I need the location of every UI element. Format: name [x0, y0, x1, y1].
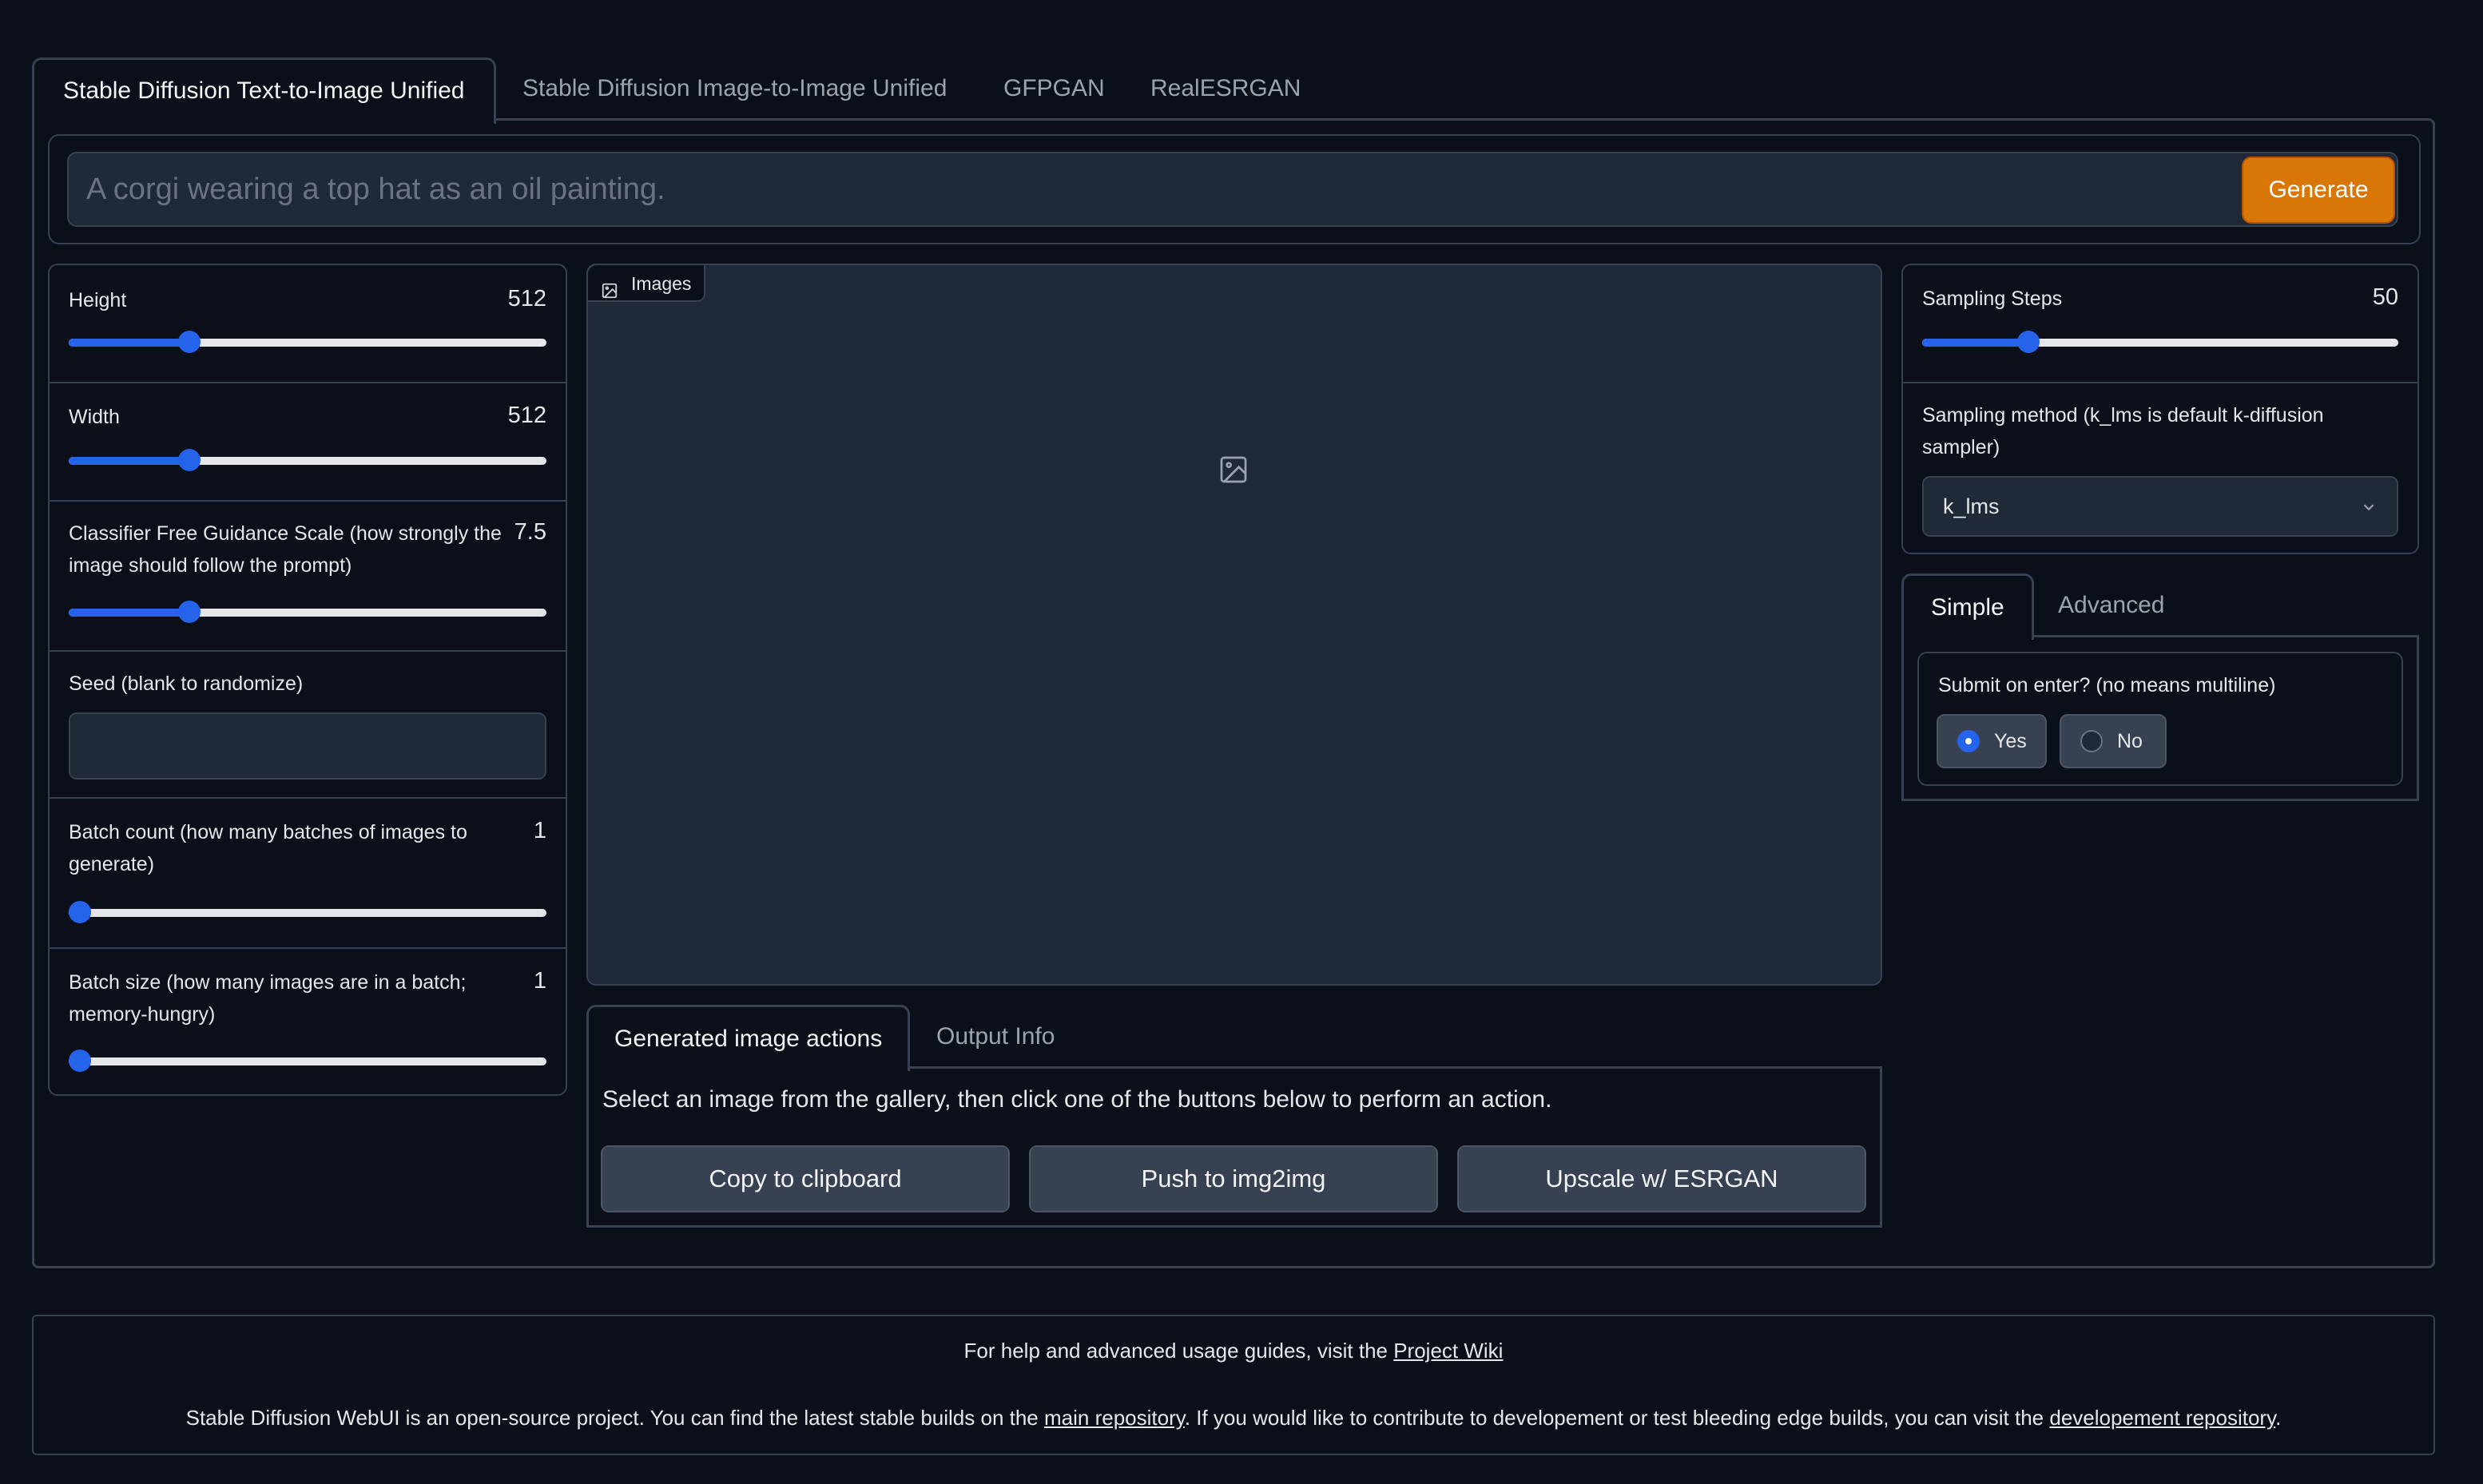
submit-on-enter-label: Submit on enter? (no means multiline) [1938, 674, 2276, 696]
batch-size-slider-thumb[interactable] [69, 1050, 91, 1072]
radio-yes-label: Yes [1994, 730, 2027, 752]
developement-repository-link[interactable]: developement repository [2049, 1406, 2275, 1430]
tab-img2img[interactable]: Stable Diffusion Image-to-Image Unified [494, 58, 975, 120]
sampling-method-label: Sampling method (k_lms is default k-diff… [1922, 404, 2324, 458]
footer-help-text: For help and advanced usage guides, visi… [963, 1339, 1394, 1363]
image-icon [601, 275, 618, 311]
cfg-scale-slider-thumb[interactable] [177, 601, 201, 623]
sampling-steps-value[interactable]: 50 [2373, 284, 2398, 311]
batch-size-slider[interactable] [69, 1050, 546, 1072]
sampling-method-select[interactable]: k_lms [1922, 476, 2398, 537]
copy-to-clipboard-button[interactable]: Copy to clipboard [601, 1145, 1010, 1212]
radio-no-dot[interactable] [2080, 730, 2103, 752]
gallery-label: Images [588, 265, 706, 302]
width-setting: Width 512 [50, 383, 566, 502]
sampling-method-setting: Sampling method (k_lms is default k-diff… [1903, 383, 2417, 553]
right-settings-panel: Sampling Steps 50 Sampling method (k_lms… [1901, 264, 2419, 554]
cfg-scale-setting: Classifier Free Guidance Scale (how stro… [50, 502, 566, 652]
batch-count-slider-thumb[interactable] [69, 901, 91, 923]
image-placeholder-icon [1218, 454, 1249, 490]
width-slider[interactable] [69, 449, 546, 471]
tab-advanced[interactable]: Advanced [2032, 573, 2190, 637]
sampling-steps-slider-thumb[interactable] [2017, 331, 2040, 353]
width-value[interactable]: 512 [508, 403, 546, 429]
tab-gfpgan[interactable]: GFPGAN [975, 58, 1134, 120]
main-repository-link[interactable]: main repository [1044, 1406, 1185, 1430]
height-slider-thumb[interactable] [177, 331, 201, 353]
tab-realesrgan[interactable]: RealESRGAN [1122, 58, 1329, 120]
batch-size-setting: Batch size (how many images are in a bat… [50, 949, 566, 1094]
image-gallery[interactable]: Images [586, 264, 1882, 986]
batch-size-label: Batch size (how many images are in a bat… [69, 971, 467, 1026]
radio-no-label: No [2117, 730, 2143, 752]
sampling-steps-label: Sampling Steps [1922, 288, 2063, 310]
batch-count-setting: Batch count (how many batches of images … [50, 799, 566, 949]
project-wiki-link[interactable]: Project Wiki [1393, 1339, 1503, 1363]
footer-project-text-1: Stable Diffusion WebUI is an open-source… [185, 1406, 1044, 1430]
chevron-down-icon [2360, 498, 2378, 520]
cfg-scale-label: Classifier Free Guidance Scale (how stro… [69, 522, 502, 577]
sampling-steps-setting: Sampling Steps 50 [1903, 265, 2417, 383]
height-label: Height [69, 289, 127, 311]
seed-setting: Seed (blank to randomize) [50, 652, 566, 799]
cfg-scale-slider[interactable] [69, 601, 546, 623]
radio-yes-dot[interactable] [1957, 730, 1980, 752]
seed-label: Seed (blank to randomize) [69, 673, 304, 695]
footer-help-line: For help and advanced usage guides, visi… [34, 1339, 2433, 1363]
tab-txt2img[interactable]: Stable Diffusion Text-to-Image Unified [32, 58, 496, 124]
push-to-img2img-button[interactable]: Push to img2img [1029, 1145, 1438, 1212]
height-setting: Height 512 [50, 265, 566, 383]
radio-yes[interactable]: Yes [1937, 714, 2047, 768]
height-value[interactable]: 512 [508, 286, 546, 312]
radio-no[interactable]: No [2060, 714, 2167, 768]
batch-count-value[interactable]: 1 [534, 818, 546, 844]
footer: For help and advanced usage guides, visi… [32, 1315, 2435, 1455]
sampling-steps-slider[interactable] [1922, 331, 2398, 353]
seed-input[interactable] [69, 712, 546, 780]
footer-project-text-2: . If you would like to contribute to dev… [1184, 1406, 2050, 1430]
actions-description: Select an image from the gallery, then c… [602, 1086, 1552, 1113]
prompt-input[interactable] [67, 152, 2398, 227]
height-slider[interactable] [69, 331, 546, 353]
tab-output-info[interactable]: Output Info [911, 1005, 1080, 1069]
batch-count-slider[interactable] [69, 901, 546, 923]
tab-simple[interactable]: Simple [1901, 573, 2034, 640]
tab-generated-image-actions[interactable]: Generated image actions [586, 1005, 911, 1071]
sampling-method-value: k_lms [1943, 494, 2000, 518]
gallery-label-text: Images [631, 273, 692, 294]
left-settings-panel: Height 512 Width 512 Classifier Free Gui… [48, 264, 567, 1096]
batch-count-label: Batch count (how many batches of images … [69, 821, 467, 875]
upscale-esrgan-button[interactable]: Upscale w/ ESRGAN [1457, 1145, 1866, 1212]
cfg-scale-value[interactable]: 7.5 [514, 519, 546, 546]
width-slider-thumb[interactable] [177, 449, 201, 471]
footer-project-line: Stable Diffusion WebUI is an open-source… [34, 1406, 2433, 1430]
footer-project-text-3: . [2275, 1406, 2282, 1430]
width-label: Width [69, 406, 120, 428]
batch-size-value[interactable]: 1 [534, 968, 546, 994]
generate-button[interactable]: Generate [2242, 157, 2395, 224]
